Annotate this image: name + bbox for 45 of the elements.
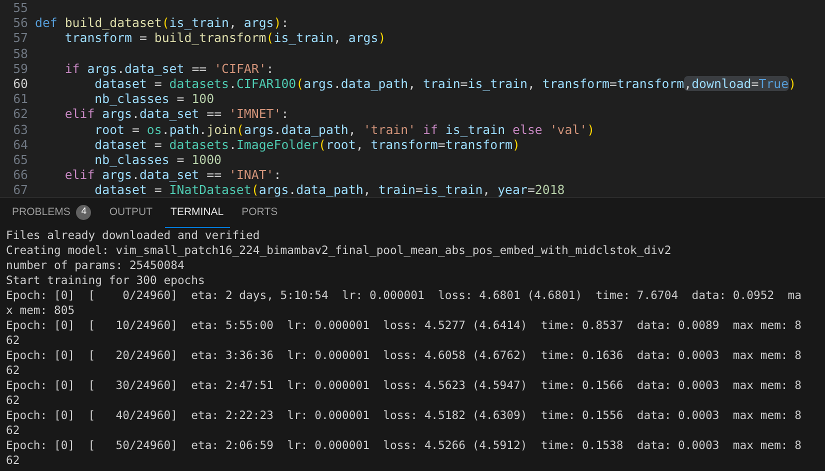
line-number: 61 — [12, 91, 28, 106]
code-line: nb_classes = 1000 — [94, 152, 222, 168]
terminal-line: 62 — [6, 453, 20, 467]
code-line: elif args.data_set == 'INAT': — [64, 167, 282, 182]
line-number: 60 — [12, 76, 28, 92]
terminal-line: 62 — [6, 393, 20, 407]
code-line: dataset = INatDataset(args.data_path, train=is_train, year=2018 — [94, 182, 565, 197]
terminal-line: Epoch: [0] [ 10/24960] eta: 5:55:00 lr: 0.000001 loss: 4.5277 (4.6414) time: 0.8537 data: 0.0089 max mem: 8 — [6, 318, 802, 332]
terminal-line: Files already downloaded and verified — [6, 228, 260, 242]
panel-tab[interactable]: OUTPUT — [103, 198, 159, 228]
line-number: 55 — [12, 0, 28, 16]
terminal-line: Epoch: [0] [ 0/24960] eta: 2 days, 5:10:54 lr: 0.000001 loss: 4.6801 (4.6801) time: 7.6704 data: 0.0952 ma — [6, 288, 802, 302]
terminal-line: 62 — [6, 423, 20, 437]
line-number: 63 — [12, 122, 28, 137]
terminal-line: 62 — [6, 363, 20, 377]
line-number: 58 — [12, 46, 28, 61]
terminal-line: Start training for 300 epochs — [6, 273, 205, 287]
terminal-line: Epoch: [0] [ 50/24960] eta: 2:06:59 lr: 0.000001 loss: 4.5266 (4.5912) time: 0.1538 data: 0.0003 max mem: 8 — [6, 438, 802, 452]
terminal-line: 62 — [6, 333, 20, 347]
line-number: 59 — [12, 60, 28, 76]
terminal-line: Epoch: [0] [ 30/24960] eta: 2:47:51 lr: 0.000001 loss: 4.5623 (4.5947) time: 0.1566 data: 0.0003 max mem: 8 — [6, 378, 802, 392]
panel-tab[interactable]: PORTS — [236, 198, 284, 228]
terminal-line: number of params: 25450084 — [6, 258, 184, 272]
code-line: elif args.data_set == 'IMNET': — [64, 106, 289, 122]
line-number: 65 — [12, 152, 28, 168]
count-badge: 4 — [76, 205, 92, 220]
line-number: 57 — [12, 30, 28, 46]
code-line: dataset = datasets.ImageFolder(root, transform=transform) — [94, 136, 520, 152]
terminal-line: Epoch: [0] [ 20/24960] eta: 3:36:36 lr: 0.000001 loss: 4.6058 (4.6762) time: 0.1636 data: 0.0003 max mem: 8 — [6, 348, 802, 362]
line-number: 66 — [12, 167, 28, 182]
terminal-line: Creating model: vim_small_patch16_224_bimambav2_final_pool_mean_abs_pos_embed_with_midclstok_div2 — [6, 243, 672, 257]
code-line: root = os.path.join(args.data_path, 'train' if is_train else 'val') — [94, 122, 595, 137]
line-number: 64 — [12, 136, 28, 152]
panel-tab[interactable]: TERMINAL — [164, 198, 230, 228]
code-line: def build_dataset(is_train, args): — [35, 15, 289, 30]
line-number: 62 — [12, 106, 28, 122]
code-line: if args.data_set == 'CIFAR': — [64, 60, 274, 76]
code-line: dataset = datasets.CIFAR100(args.data_path, train=is_train, transform=transform,download=True) — [94, 76, 796, 92]
line-number: 56 — [12, 15, 28, 30]
terminal-line: Epoch: [0] [ 40/24960] eta: 2:22:23 lr: 0.000001 loss: 4.5182 (4.6309) time: 0.1556 data: 0.0003 max mem: 8 — [6, 408, 802, 422]
code-line: transform = build_transform(is_train, args) — [64, 30, 386, 46]
panel-tab[interactable]: PROBLEMS 4 — [6, 198, 98, 228]
terminal-line: x mem: 805 — [6, 303, 75, 317]
code-line: nb_classes = 100 — [94, 91, 214, 106]
line-number: 67 — [12, 182, 28, 197]
